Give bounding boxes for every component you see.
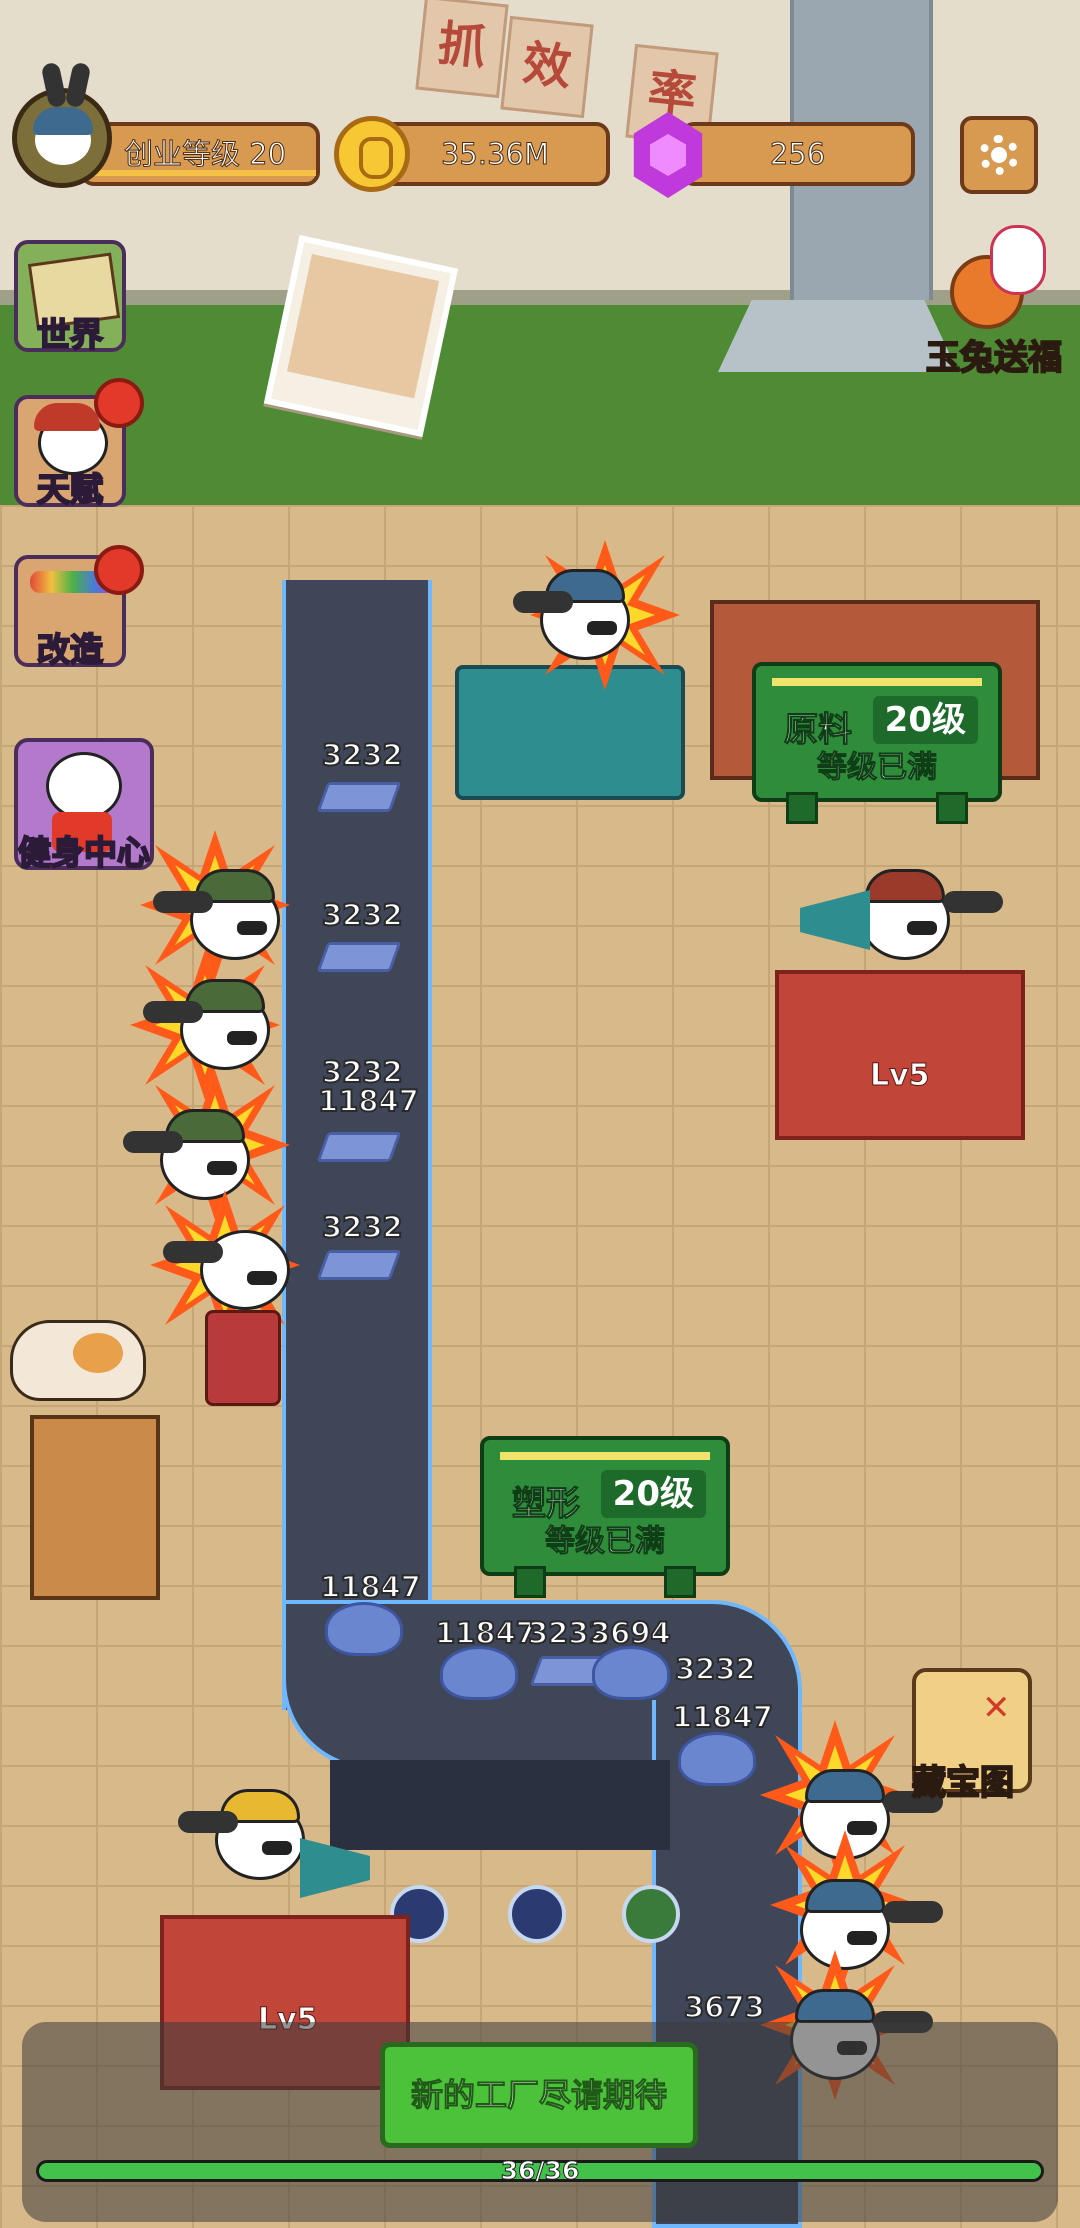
item-value: 3232 [321,1209,404,1245]
gold-coin-icon [334,116,410,192]
item-value: 11847 [434,1615,537,1651]
worker-bunny [800,1879,943,1970]
machine-slot-icon-3[interactable] [622,1885,680,1943]
item-value: 11847 [317,1083,420,1119]
shaping-sign[interactable]: 塑形 20级 等级已满 [480,1436,730,1598]
player-avatar-icon[interactable] [12,61,112,188]
raw-material-status: 等级已满 [817,750,938,786]
shaped-item [678,1732,756,1786]
gold-pill[interactable]: 35.36M [380,122,610,186]
item-value: 11847 [671,1699,774,1735]
gold-value: 35.36M [440,137,550,172]
raw-material-sign[interactable]: 原料 20级 等级已满 [752,662,1002,824]
machine-slot-icon-2[interactable] [508,1885,566,1943]
level-label: 创业等级 20 [123,137,287,172]
item-value: 11847 [319,1569,422,1605]
item-value: 3232 [674,1651,757,1687]
red-cap-icon [34,403,100,431]
shaped-item [592,1646,670,1700]
shaped-item [440,1646,518,1700]
item-value: 3694 [589,1615,672,1651]
wooden-desk [30,1415,160,1600]
treasure-map-label: 藏宝图 [911,1762,1015,1804]
yutu-label: 玉兔送福 [925,337,1063,379]
notification-dot [94,378,144,428]
shaping-level: 20级 [600,1470,706,1518]
gym-label: 健身中心 [17,832,151,873]
jade-rabbit-icon [990,225,1046,295]
world-label: 世界 [36,314,104,355]
worker-bunny [143,979,270,1070]
ore-bar [316,942,402,972]
shaped-item [325,1602,403,1656]
megaphone-bunny-left [178,1789,305,1880]
ore-bar [316,782,402,812]
new-factory-button[interactable]: 新的工厂尽请期待 [380,2042,698,2148]
station-level-right: Lv5 [870,1058,931,1094]
new-factory-label: 新的工厂尽请期待 [410,2076,667,2115]
banner-flag-2: 效 [500,15,594,119]
gem-value: 256 [769,137,826,172]
bunny-athlete-icon [46,752,122,820]
station-pedestal-right[interactable] [775,970,1025,1140]
treasure-x-icon: ✕ [982,1688,1011,1728]
item-value: 3673 [683,1989,766,2025]
talent-label: 天赋 [36,469,104,510]
megaphone-bunny-right [860,869,1003,960]
item-value: 3232 [321,897,404,933]
shaping-status: 等级已满 [545,1524,666,1560]
notification-dot [94,545,144,595]
ore-bar [316,1132,402,1162]
settings-button[interactable] [960,116,1038,194]
machine-body [330,1760,670,1850]
tea-table [455,665,685,800]
cat[interactable] [10,1320,146,1401]
worker-overalls [205,1310,281,1406]
world-button[interactable]: 世界 [14,240,126,355]
pillar-base [718,300,958,372]
banner-flag-1: 抓 [415,0,509,99]
worker-bunny [123,1109,250,1200]
worker-bunny [153,869,280,960]
raw-material-level: 20级 [872,696,978,744]
worker-bunny [163,1230,290,1310]
reform-label: 改造 [36,629,104,670]
item-value: 3232 [321,737,404,773]
ore-bar [316,1250,402,1280]
gem-pill[interactable]: 256 [680,122,915,186]
gym-button[interactable]: 健身中心 [14,738,154,873]
manager-bunny [513,569,630,660]
progress-text: 36/36 [500,2156,580,2186]
level-pill[interactable]: 创业等级 20 [80,122,320,186]
